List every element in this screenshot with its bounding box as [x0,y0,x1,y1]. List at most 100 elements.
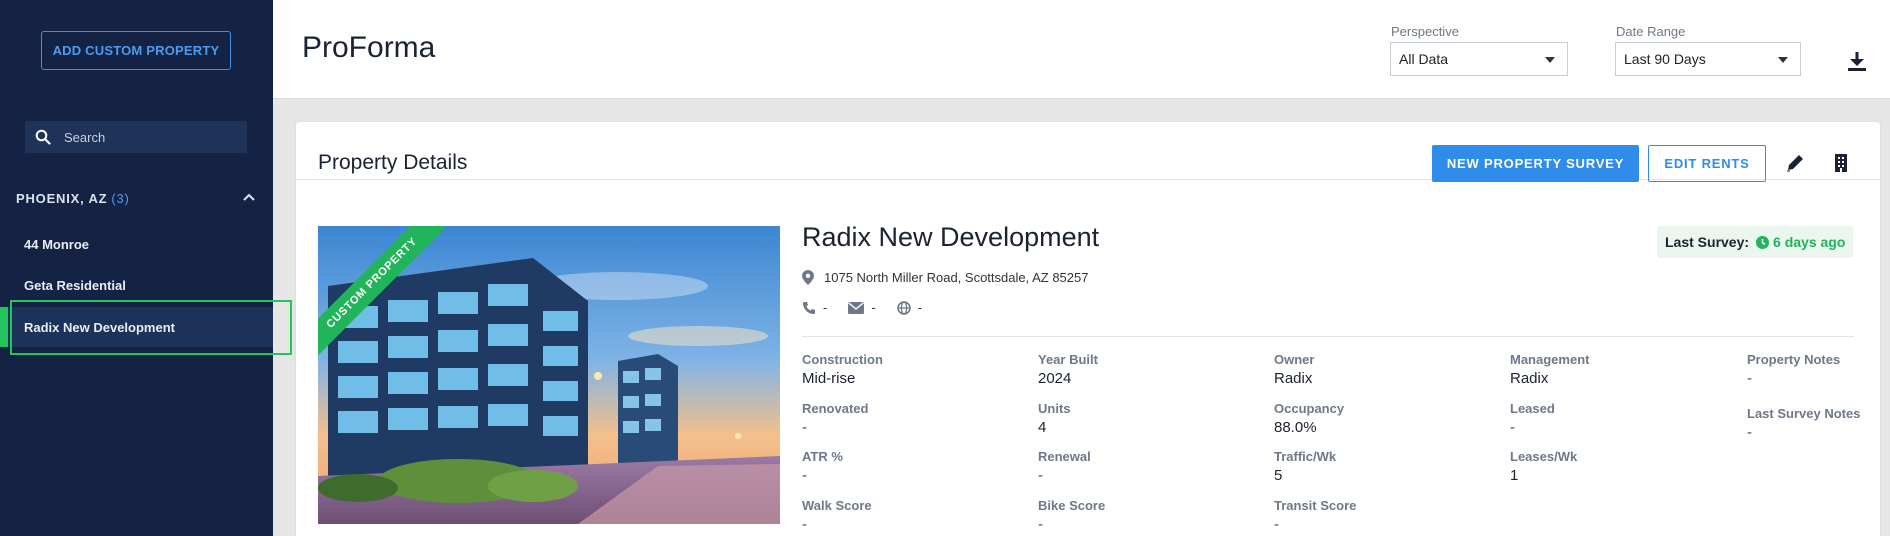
field-value: 2024 [1038,370,1072,387]
perspective-value: All Data [1399,51,1449,67]
field-label: Units [1038,401,1071,416]
field-value: Mid-rise [802,370,856,387]
sidebar: ADD CUSTOM PROPERTY PHOENIX, AZ(3) 44 Mo… [0,0,273,536]
field-value: Radix [1274,370,1313,387]
field-label: Last Survey Notes [1747,406,1861,421]
field-value: 88.0% [1274,419,1317,436]
group-name: PHOENIX, AZ [16,190,108,206]
group-phoenix-header[interactable]: PHOENIX, AZ (3) [16,188,256,208]
last-survey-badge: Last Survey: 6 days ago [1657,226,1854,258]
chevron-up-icon[interactable] [242,191,256,205]
email-contact: - [848,300,876,315]
card-title: Property Details [318,151,468,174]
new-property-survey-button[interactable]: NEW PROPERTY SURVEY [1432,145,1639,182]
field-leases: Leases/Wk 1 [1510,449,1577,484]
property-name: Radix New Development [802,222,1100,252]
search-input[interactable] [64,129,244,145]
field-value: 1 [1510,467,1519,484]
field-year-built: Year Built 2024 [1038,352,1098,387]
field-units: Units 4 [1038,401,1071,436]
field-renewal: Renewal - [1038,449,1091,484]
field-traffic: Traffic/Wk 5 [1274,449,1336,484]
field-construction: Construction Mid-rise [802,352,883,387]
field-value: - [1510,419,1515,436]
field-management: Management Radix [1510,352,1589,387]
address-text: 1075 North Miller Road, Scottsdale, AZ 8… [824,270,1089,285]
date-range-value: Last 90 Days [1624,51,1706,67]
group-title: PHOENIX, AZ (3) [16,191,130,206]
field-label: Year Built [1038,352,1098,367]
globe-icon [896,300,911,315]
last-survey-label: Last Survey: [1665,234,1750,250]
field-renovated: Renovated - [802,401,868,436]
field-label: Renewal [1038,449,1091,464]
divider [802,336,1854,337]
clock-icon [1756,235,1770,249]
field-owner: Owner Radix [1274,352,1314,387]
envelope-icon [848,301,865,314]
field-label: Owner [1274,352,1315,367]
field-label: Management [1510,352,1590,367]
property-photo: CUSTOM PROPERTY [318,226,780,524]
phone-contact: - [802,300,827,315]
field-value: - [1747,424,1752,441]
last-survey-value: 6 days ago [1773,234,1846,250]
date-range-label: Date Range [1616,24,1686,39]
field-label: Property Notes [1747,352,1841,367]
field-label: Occupancy [1274,401,1345,416]
sidebar-item-label: Radix New Development [24,319,175,335]
field-label: Bike Score [1038,498,1106,513]
field-label: Leases/Wk [1510,449,1578,464]
date-range-select[interactable]: Last 90 Days [1615,42,1801,76]
field-bike-score: Bike Score - [1038,498,1105,533]
edit-rents-button[interactable]: EDIT RENTS [1648,145,1766,182]
active-indicator [0,307,8,347]
field-value: Radix [1510,370,1549,387]
field-value: - [802,467,807,484]
sidebar-item-geta-residential[interactable]: Geta Residential [0,265,273,305]
field-value: - [1038,467,1043,484]
sidebar-item-label: Geta Residential [24,277,126,293]
field-atr: ATR % - [802,449,843,484]
chevron-down-icon [1778,57,1788,63]
page-title: ProForma [302,31,436,64]
field-value: - [802,419,807,436]
field-last-survey-notes: Last Survey Notes - [1747,406,1860,441]
location-pin-icon [802,270,814,285]
building-icon[interactable] [1830,152,1852,174]
search-box[interactable] [25,121,247,153]
field-label: Renovated [802,401,869,416]
field-value: 5 [1274,467,1283,484]
field-label: Leased [1510,401,1555,416]
property-details-card: Property Details NEW PROPERTY SURVEY EDI… [296,122,1880,536]
website-value: - [917,300,923,315]
chevron-down-icon [1545,57,1555,63]
email-value: - [871,300,876,315]
search-icon [35,129,51,145]
sidebar-item-44-monroe[interactable]: 44 Monroe [0,224,273,264]
download-icon[interactable] [1845,49,1869,73]
group-count: (3) [111,190,130,206]
sidebar-item-radix-new-development[interactable]: Radix New Development [0,307,273,347]
field-value: 4 [1038,419,1047,436]
sidebar-item-label: 44 Monroe [24,236,90,252]
contact-info: - - - [802,300,943,315]
field-value: - [1747,370,1752,387]
field-label: Traffic/Wk [1274,449,1337,464]
perspective-select[interactable]: All Data [1390,42,1568,76]
field-value: - [1038,516,1043,533]
field-leased: Leased - [1510,401,1555,436]
field-occupancy: Occupancy 88.0% [1274,401,1344,436]
phone-value: - [823,300,828,315]
website-contact: - [896,300,923,315]
top-header: ProForma Perspective All Data Date Range… [273,0,1890,99]
field-label: Walk Score [802,498,872,513]
phone-icon [803,301,815,314]
pencil-icon[interactable] [1784,152,1806,174]
field-walk-score: Walk Score - [802,498,872,533]
card-header: Property Details NEW PROPERTY SURVEY EDI… [296,122,1880,182]
perspective-label: Perspective [1391,24,1459,39]
field-transit-score: Transit Score - [1274,498,1356,533]
field-value: - [802,516,807,533]
add-custom-property-button[interactable]: ADD CUSTOM PROPERTY [41,31,231,70]
